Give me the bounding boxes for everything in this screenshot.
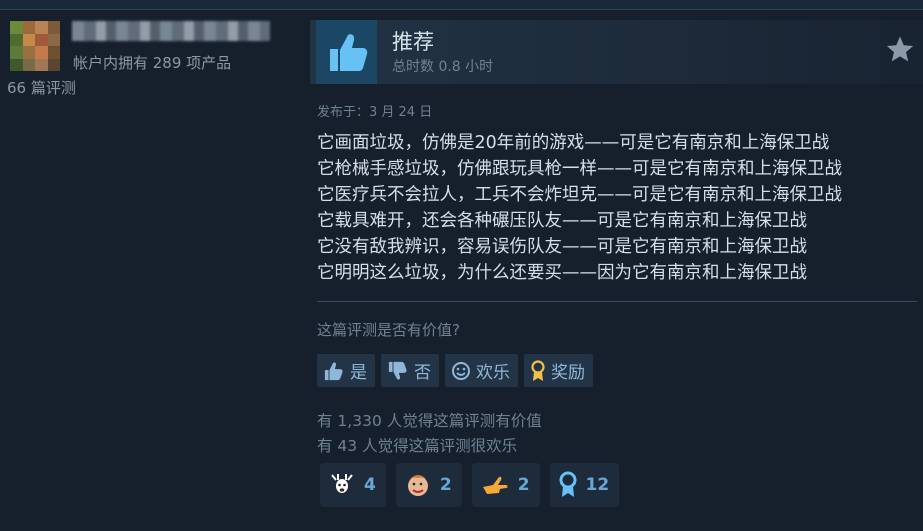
award-button[interactable]: 奖励 xyxy=(524,354,593,387)
vote-yes-button[interactable]: 是 xyxy=(317,354,375,387)
review-header: 推荐 总时数 0.8 小时 xyxy=(310,20,923,84)
award-item[interactable]: 4 xyxy=(320,463,386,507)
awards-list: 4 2 2 12 xyxy=(320,463,620,507)
avatar[interactable] xyxy=(10,21,60,71)
review-count[interactable]: 66 篇评测 xyxy=(7,77,76,98)
posted-date: 发布于：3 月 24 日 xyxy=(317,105,433,120)
review-line: 它载具难开，还会各种碾压队友——可是它有南京和上海保卫战 xyxy=(317,211,807,231)
thumbs-up-icon xyxy=(324,361,343,380)
ribbon-award-icon xyxy=(559,471,577,497)
vote-funny-label: 欢乐 xyxy=(476,363,510,383)
vote-funny-button[interactable]: 欢乐 xyxy=(445,354,518,387)
top-border xyxy=(0,0,923,10)
divider xyxy=(317,301,917,302)
star-icon[interactable] xyxy=(885,34,915,64)
award-count: 2 xyxy=(517,475,530,495)
playtime: 总时数 0.8 小时 xyxy=(392,59,494,75)
deer-award-icon xyxy=(331,474,353,493)
helpful-question: 这篇评测是否有价值? xyxy=(317,321,460,339)
products-owned[interactable]: 帐户内拥有 289 项产品 xyxy=(73,52,231,73)
helpful-count: 有 1,330 人觉得这篇评测有价值 xyxy=(317,412,542,430)
clown-award-icon xyxy=(407,475,428,496)
review-line: 它枪械手感垃圾，仿佛跟玩具枪一样——可是它有南京和上海保卫战 xyxy=(317,159,842,179)
award-item[interactable]: 2 xyxy=(395,463,462,507)
award-item[interactable]: 2 xyxy=(471,463,540,507)
award-count: 4 xyxy=(364,475,376,495)
vote-buttons: 是 否 欢乐 奖励 xyxy=(317,354,593,387)
award-item[interactable]: 12 xyxy=(549,463,620,507)
pointing-hand-award-icon xyxy=(482,476,508,494)
award-count: 2 xyxy=(439,475,452,495)
review-column: 推荐 总时数 0.8 小时 发布于：3 月 24 日 它画面垃圾，仿佛是20年前… xyxy=(310,10,923,531)
vote-no-label: 否 xyxy=(414,363,431,383)
review-line: 它明明这么垃圾，为什么还要买——因为它有南京和上海保卫战 xyxy=(317,263,807,283)
review-body: 它画面垃圾，仿佛是20年前的游戏——可是它有南京和上海保卫战 它枪械手感垃圾，仿… xyxy=(317,130,917,286)
review-line: 它没有敌我辨识，容易误伤队友——可是它有南京和上海保卫战 xyxy=(317,237,807,257)
smiley-icon xyxy=(452,361,470,380)
award-count: 12 xyxy=(585,475,610,495)
review-line: 它医疗兵不会拉人，工兵不会炸坦克——可是它有南京和上海保卫战 xyxy=(317,185,842,205)
reviewer-column: 帐户内拥有 289 项产品 66 篇评测 xyxy=(0,10,300,531)
username-blurred[interactable] xyxy=(72,21,270,41)
award-label: 奖励 xyxy=(551,363,585,383)
award-ribbon-icon xyxy=(531,359,545,381)
funny-count: 有 43 人觉得这篇评测很欢乐 xyxy=(317,437,518,455)
vote-no-button[interactable]: 否 xyxy=(381,354,439,387)
thumbs-up-icon xyxy=(316,20,377,84)
thumbs-down-icon xyxy=(388,361,407,380)
vote-yes-label: 是 xyxy=(350,363,367,383)
review-verdict[interactable]: 推荐 xyxy=(392,26,434,56)
review-line: 它画面垃圾，仿佛是20年前的游戏——可是它有南京和上海保卫战 xyxy=(317,133,830,153)
